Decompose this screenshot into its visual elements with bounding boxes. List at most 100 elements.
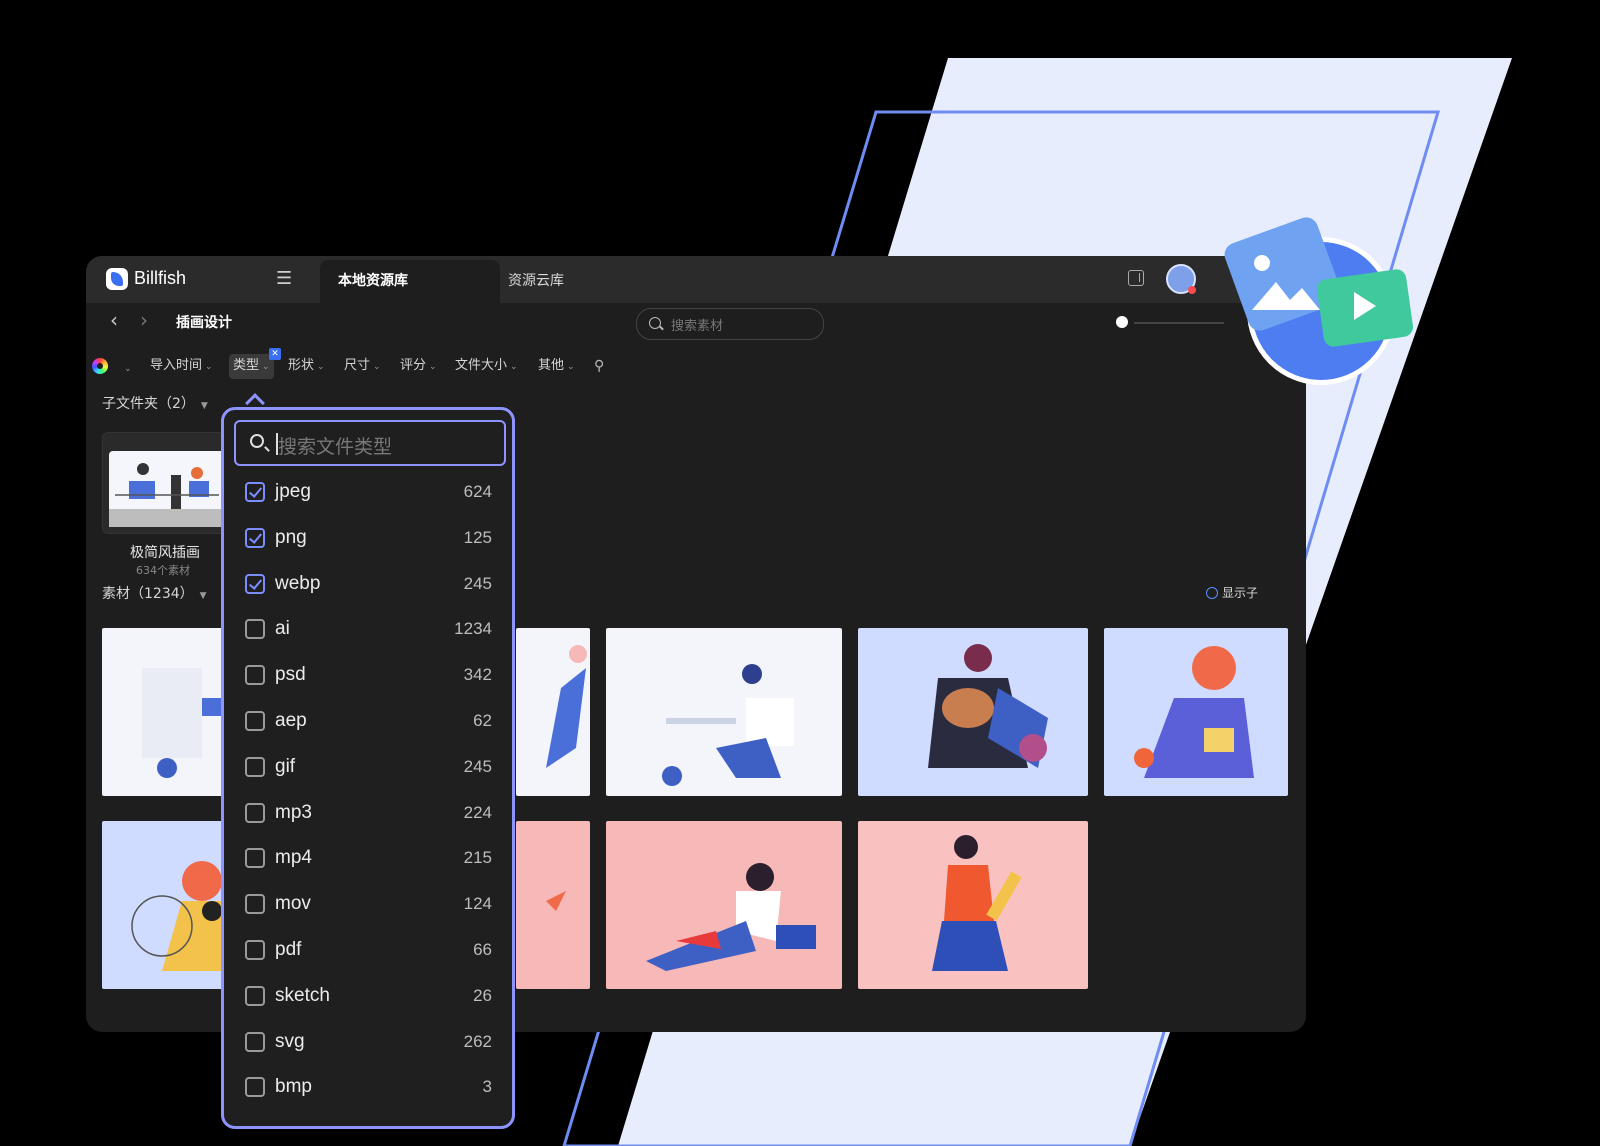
file-type-label: jpeg [275, 481, 311, 502]
file-type-count: 124 [463, 894, 492, 914]
checkbox-icon [1206, 587, 1218, 599]
folder-thumbnail [109, 451, 233, 527]
file-type-label: mp3 [275, 801, 312, 823]
assets-section-label[interactable]: 素材（1234） ▼ [102, 583, 207, 603]
asset-thumbnail[interactable] [606, 628, 842, 796]
color-filter-icon[interactable] [92, 358, 108, 374]
tab-cloud-library[interactable]: 资源云库 [490, 260, 582, 303]
checkbox[interactable] [245, 619, 265, 640]
checkbox[interactable] [245, 665, 265, 686]
checkbox[interactable] [245, 1031, 265, 1052]
forward-arrow-icon[interactable]: › [140, 308, 148, 332]
checkbox[interactable] [245, 939, 265, 960]
sidebar-toggle-icon[interactable] [1128, 270, 1144, 286]
zoom-slider-handle[interactable] [1116, 316, 1128, 328]
search-icon [250, 434, 264, 448]
folder-card[interactable] [102, 432, 234, 534]
file-type-option[interactable]: aep 62 [224, 701, 512, 747]
color-filter-caret[interactable]: ⌄ [124, 359, 132, 379]
search-icon [649, 317, 661, 329]
file-type-count: 1234 [454, 619, 492, 639]
file-type-dropdown: 搜索文件类型 jpeg 624 png 125 webp 245 ai 1234 psd 342 a… [221, 407, 515, 1129]
file-type-option[interactable]: png 125 [224, 518, 512, 564]
asset-thumbnail[interactable] [858, 821, 1088, 989]
asset-thumbnail[interactable] [1104, 628, 1288, 796]
checkbox[interactable] [245, 756, 265, 777]
file-type-label: mov [275, 893, 311, 915]
file-type-count: 262 [463, 1031, 492, 1051]
checkbox[interactable] [245, 1077, 265, 1098]
file-type-option[interactable]: pdf 66 [224, 930, 512, 976]
tab-local-library[interactable]: 本地资源库 [320, 260, 500, 303]
file-type-label: bmp [275, 1076, 312, 1098]
checkbox[interactable] [245, 802, 265, 823]
zoom-slider-track[interactable] [1134, 322, 1224, 324]
clear-type-filter-icon[interactable]: ✕ [269, 348, 281, 360]
search-input[interactable]: 搜索素材 [636, 308, 824, 340]
filter-type[interactable]: 类型 ⌄ [229, 354, 274, 379]
file-type-option[interactable]: gif 245 [224, 747, 512, 793]
asset-thumbnail[interactable] [858, 628, 1088, 796]
file-type-count: 245 [463, 756, 492, 776]
file-type-list: jpeg 624 png 125 webp 245 ai 1234 psd 342 aep 62 gif… [224, 472, 512, 1113]
notification-dot [1188, 286, 1196, 294]
checkbox[interactable] [245, 482, 265, 502]
app-name: Billfish [134, 268, 187, 288]
filter-other[interactable]: 其他 ⌄ [538, 356, 575, 377]
checkbox[interactable] [245, 848, 265, 869]
checkbox[interactable] [245, 894, 265, 915]
file-type-label: ai [275, 618, 290, 640]
filter-settings-icon[interactable]: ⚲ [594, 358, 604, 374]
back-arrow-icon[interactable]: ‹ [110, 308, 118, 332]
subfolder-section-label[interactable]: 子文件夹（2） ▼ [102, 393, 208, 413]
file-type-option[interactable]: sketch 26 [224, 976, 512, 1022]
asset-thumbnail[interactable] [516, 821, 590, 989]
file-type-option[interactable]: webp 245 [224, 564, 512, 610]
file-type-count: 3 [482, 1077, 492, 1097]
file-type-count: 125 [463, 527, 492, 547]
file-type-search-placeholder: 搜索文件类型 [278, 436, 393, 458]
search-placeholder: 搜索素材 [671, 319, 724, 334]
file-type-count: 215 [463, 848, 492, 868]
filter-import-time[interactable]: 导入时间 ⌄ [150, 356, 213, 377]
file-type-label: webp [275, 572, 321, 594]
file-type-label: psd [275, 664, 306, 686]
checkbox[interactable] [245, 573, 265, 594]
file-type-label: svg [275, 1030, 305, 1052]
file-type-option[interactable]: mp3 224 [224, 793, 512, 839]
hamburger-menu-icon[interactable]: ☰ [276, 270, 296, 288]
file-type-search-input[interactable]: 搜索文件类型 [234, 420, 506, 466]
filter-file-size[interactable]: 文件大小 ⌄ [455, 356, 518, 377]
breadcrumb: 插画设计 [176, 315, 232, 331]
file-type-count: 342 [463, 665, 492, 685]
file-type-count: 62 [473, 710, 492, 730]
file-type-option[interactable]: mp4 215 [224, 838, 512, 884]
file-type-option[interactable]: jpeg 624 [224, 472, 512, 518]
file-type-count: 245 [463, 573, 492, 593]
title-bar: Billfish ☰ 本地资源库 资源云库 [86, 256, 1306, 303]
file-type-option[interactable]: mov 124 [224, 884, 512, 930]
filter-shape[interactable]: 形状 ⌄ [288, 356, 325, 377]
checkbox[interactable] [245, 985, 265, 1006]
file-type-count: 624 [463, 482, 492, 501]
file-type-count: 66 [473, 939, 492, 959]
file-type-label: aep [275, 709, 307, 731]
file-type-label: pdf [275, 938, 302, 960]
asset-thumbnail[interactable] [606, 821, 842, 989]
checkbox[interactable] [245, 710, 265, 731]
image-icon-mountains [1252, 282, 1320, 310]
file-type-option[interactable]: bmp 3 [224, 1067, 512, 1113]
play-icon [1354, 292, 1376, 320]
file-type-option[interactable]: ai 1234 [224, 609, 512, 655]
file-type-label: mp4 [275, 847, 312, 869]
show-subfolder-toggle[interactable]: 显示子 [1206, 584, 1258, 601]
asset-thumbnail[interactable] [516, 628, 590, 796]
folder-name: 极简风插画 [130, 545, 200, 561]
filter-rating[interactable]: 评分 ⌄ [400, 356, 437, 377]
file-type-option[interactable]: psd 342 [224, 655, 512, 701]
file-type-count: 224 [463, 802, 492, 822]
checkbox[interactable] [245, 527, 265, 548]
billfish-logo-icon [106, 268, 128, 290]
filter-size[interactable]: 尺寸 ⌄ [344, 356, 381, 377]
file-type-option[interactable]: svg 262 [224, 1022, 512, 1068]
